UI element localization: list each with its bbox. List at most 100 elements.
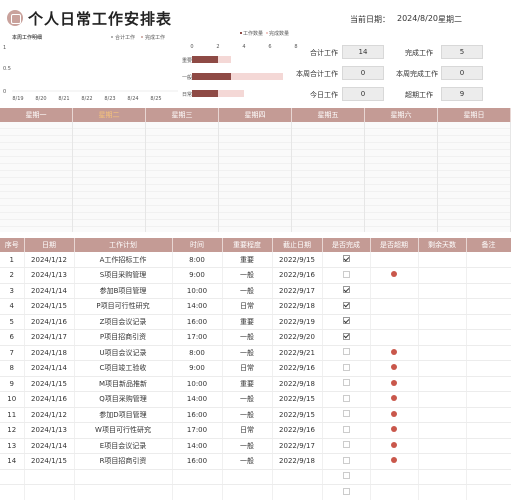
cell-no[interactable]: 9 [0,376,25,392]
cell-date[interactable]: 2024/1/12 [24,407,75,423]
cell-done[interactable] [322,314,371,330]
cell-note[interactable] [466,283,511,299]
empty-cell[interactable] [272,469,323,485]
unchecked-checkbox-icon[interactable] [342,363,350,371]
table-row[interactable]: 11 2024/1/12 参加D项目管理 16:00 一般 2022/9/15 [0,407,511,423]
empty-cell[interactable] [24,469,75,485]
cell-plan[interactable]: P项目招商引资 [74,329,173,346]
unchecked-checkbox-icon[interactable] [342,472,350,480]
cell-level[interactable]: 一般 [222,453,273,470]
weekday-fri[interactable]: 星期五 [292,108,365,122]
weekday-sat[interactable]: 星期六 [365,108,438,122]
cell-date[interactable]: 2024/1/16 [24,314,75,330]
bar-done-重要[interactable] [192,56,218,63]
empty-cell[interactable] [322,469,371,485]
cell-note[interactable] [466,298,511,315]
cell-done[interactable] [322,267,371,284]
cell-level[interactable]: 日常 [222,422,273,439]
cell-note[interactable] [466,267,511,284]
cell-level[interactable]: 一般 [222,267,273,284]
checked-checkbox-icon[interactable] [342,301,350,309]
cell-level[interactable]: 一般 [222,283,273,299]
cell-no[interactable]: 11 [0,407,25,423]
table-row[interactable]: 4 2024/1/15 P项目可行性研究 14:00 日常 2022/9/18 [0,298,511,315]
week-col-mon[interactable] [0,122,73,232]
cell-deadline[interactable]: 2022/9/15 [272,391,323,408]
cell-remaining[interactable] [418,422,467,439]
cell-plan[interactable]: E项目会议记录 [74,438,173,454]
unchecked-checkbox-icon[interactable] [342,487,350,495]
cell-remaining[interactable] [418,252,467,268]
empty-cell[interactable] [466,484,511,500]
cell-remaining[interactable] [418,407,467,423]
cell-note[interactable] [466,391,511,408]
cell-done[interactable] [322,391,371,408]
cell-plan[interactable]: 参加D项目管理 [74,407,173,423]
empty-cell[interactable] [222,469,273,485]
week-col-tue[interactable] [73,122,146,232]
empty-cell[interactable] [74,469,173,485]
cell-plan[interactable]: R项目招商引资 [74,453,173,470]
unchecked-checkbox-icon[interactable] [342,441,350,449]
cell-date[interactable]: 2024/1/18 [24,345,75,361]
empty-cell[interactable] [172,469,223,485]
cell-plan[interactable]: 参加B项目管理 [74,283,173,299]
empty-cell[interactable] [222,484,273,500]
empty-cell[interactable] [370,469,419,485]
cell-note[interactable] [466,422,511,439]
table-row[interactable]: 8 2024/1/14 C项目竣工验收 9:00 日常 2022/9/16 [0,360,511,377]
cell-remaining[interactable] [418,391,467,408]
cell-deadline[interactable]: 2022/9/15 [272,407,323,423]
current-weekday-value[interactable]: 星期二 [438,14,462,25]
cell-no[interactable]: 10 [0,391,25,408]
cell-plan[interactable]: S项目采购管理 [74,267,173,284]
table-row[interactable]: 7 2024/1/18 U项目会议记录 8:00 一般 2022/9/21 [0,345,511,361]
cell-no[interactable]: 2 [0,267,25,284]
cell-remaining[interactable] [418,360,467,377]
cell-note[interactable] [466,438,511,454]
cell-plan[interactable]: Q项目采购管理 [74,391,173,408]
cell-done[interactable] [322,407,371,423]
weekday-sun[interactable]: 星期日 [438,108,511,122]
empty-cell[interactable] [172,484,223,500]
cell-time[interactable]: 10:00 [172,376,223,392]
cell-remaining[interactable] [418,453,467,470]
cell-done[interactable] [322,422,371,439]
cell-remaining[interactable] [418,345,467,361]
cell-level[interactable]: 重要 [222,314,273,330]
empty-cell[interactable] [0,484,25,500]
unchecked-checkbox-icon[interactable] [342,270,350,278]
cell-time[interactable]: 8:00 [172,252,223,268]
week-col-sat[interactable] [365,122,438,232]
cell-time[interactable]: 10:00 [172,283,223,299]
weekday-wed[interactable]: 星期三 [146,108,219,122]
cell-level[interactable]: 重要 [222,376,273,392]
cell-date[interactable]: 2024/1/12 [24,252,75,268]
cell-date[interactable]: 2024/1/15 [24,298,75,315]
week-col-sun[interactable] [438,122,511,232]
cell-time[interactable]: 17:00 [172,329,223,346]
cell-no[interactable]: 7 [0,345,25,361]
cell-plan[interactable]: U项目会议记录 [74,345,173,361]
cell-date[interactable]: 2024/1/15 [24,376,75,392]
cell-remaining[interactable] [418,329,467,346]
cell-remaining[interactable] [418,283,467,299]
cell-date[interactable]: 2024/1/14 [24,283,75,299]
cell-no[interactable]: 5 [0,314,25,330]
cell-deadline[interactable]: 2022/9/18 [272,376,323,392]
cell-no[interactable]: 3 [0,283,25,299]
checked-checkbox-icon[interactable] [342,255,350,262]
unchecked-checkbox-icon[interactable] [342,456,350,464]
cell-done[interactable] [322,329,371,346]
table-row[interactable]: 13 2024/1/14 E项目会议记录 14:00 一般 2022/9/17 [0,438,511,454]
cell-time[interactable]: 8:00 [172,345,223,361]
table-row[interactable]: 9 2024/1/15 M项目新品推新 10:00 重要 2022/9/18 [0,376,511,392]
table-row[interactable]: 12 2024/1/13 W项目可行性研究 17:00 日常 2022/9/16 [0,422,511,439]
cell-no[interactable]: 12 [0,422,25,439]
cell-date[interactable]: 2024/1/15 [24,453,75,470]
cell-plan[interactable]: P项目可行性研究 [74,298,173,315]
current-date-value[interactable]: 2024/8/20 [397,14,438,23]
cell-done[interactable] [322,453,371,470]
cell-deadline[interactable]: 2022/9/18 [272,453,323,470]
cell-date[interactable]: 2024/1/14 [24,360,75,377]
